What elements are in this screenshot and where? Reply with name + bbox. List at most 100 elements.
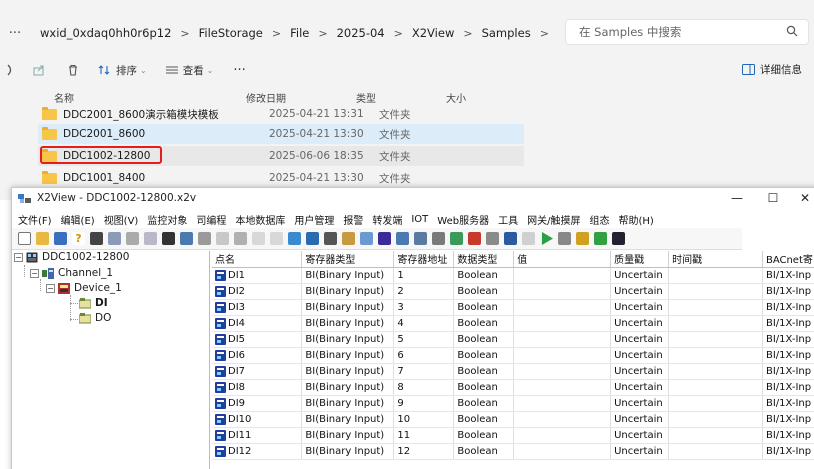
sort-button[interactable]: 排序 ⌄	[98, 63, 147, 78]
bacnet-icon[interactable]	[378, 232, 391, 245]
cut-icon[interactable]	[198, 232, 211, 245]
breadcrumb-separator[interactable]: >	[272, 27, 281, 40]
cell-register-address[interactable]: 8	[393, 379, 455, 396]
tools-icon[interactable]	[576, 232, 589, 245]
cell-register-type[interactable]: BI(Binary Input)	[301, 363, 395, 380]
breadcrumb-separator[interactable]: >	[394, 27, 403, 40]
cell-point-name[interactable]: DI6	[212, 347, 303, 364]
breadcrumb-file[interactable]: File	[290, 26, 309, 40]
cell-register-type[interactable]: BI(Binary Input)	[301, 411, 395, 428]
cell-timestamp[interactable]	[668, 331, 763, 348]
cell-timestamp[interactable]	[668, 283, 763, 300]
cell-quality[interactable]: Uncertain	[610, 267, 670, 284]
cell-value[interactable]	[513, 443, 612, 460]
menu-programming[interactable]: 司编程	[196, 212, 226, 227]
cell-register-address[interactable]: 2	[393, 283, 455, 300]
column-header-register-address[interactable]: 寄存器地址	[393, 251, 455, 268]
cell-data-type[interactable]: Boolean	[453, 299, 515, 316]
cell-data-type[interactable]: Boolean	[453, 379, 515, 396]
breadcrumb-2025-04[interactable]: 2025-04	[337, 26, 385, 40]
cell-bacnet[interactable]: BI/1X-Inp	[762, 331, 814, 348]
window-titlebar[interactable]: X2View - DDC1002-12800.x2v	[12, 188, 814, 208]
cell-value[interactable]	[513, 411, 612, 428]
tree-node-di[interactable]: DI	[79, 297, 108, 309]
database-icon[interactable]	[162, 232, 175, 245]
breadcrumb-separator[interactable]: >	[180, 27, 189, 40]
breadcrumb-wxid[interactable]: wxid_0xdaq0hh0r6p12	[40, 26, 171, 40]
transfer-icon[interactable]	[594, 232, 607, 245]
file-row[interactable]: DDC1001_8400 2025-04-21 13:30 文件夹	[38, 168, 524, 188]
tree-node-channel[interactable]: − Channel_1	[30, 267, 113, 279]
table-row[interactable]: DI2 BI(Binary Input) 2 Boolean Uncertain BI/1…	[212, 283, 814, 300]
chart-icon[interactable]	[396, 232, 409, 245]
cell-value[interactable]	[513, 283, 612, 300]
cell-point-name[interactable]: DI4	[212, 315, 303, 332]
cell-bacnet[interactable]: BI/1X-Inp	[762, 315, 814, 332]
run-icon[interactable]	[541, 232, 553, 245]
cell-timestamp[interactable]	[668, 379, 763, 396]
breadcrumb-separator[interactable]: >	[463, 27, 472, 40]
cell-point-name[interactable]: DI1	[212, 267, 303, 284]
column-header-data-type[interactable]: 数据类型	[453, 251, 515, 268]
more-locations-button[interactable]: ···	[0, 26, 30, 41]
check-icon[interactable]	[450, 232, 463, 245]
help-icon[interactable]: ?	[72, 232, 85, 245]
minimize-button[interactable]: —	[720, 189, 754, 207]
cell-timestamp[interactable]	[668, 395, 763, 412]
open-folder-icon[interactable]	[36, 232, 49, 245]
maximize-button[interactable]: ☐	[756, 189, 790, 207]
save-icon[interactable]	[54, 232, 67, 245]
cell-point-name[interactable]: DI9	[212, 395, 303, 412]
menu-web-server[interactable]: Web服务器	[437, 212, 489, 227]
cell-register-address[interactable]: 11	[393, 427, 455, 444]
cell-register-type[interactable]: BI(Binary Input)	[301, 427, 395, 444]
search-input[interactable]: 在 Samples 中搜索	[565, 19, 809, 45]
cell-quality[interactable]: Uncertain	[610, 347, 670, 364]
share-icon[interactable]	[32, 63, 46, 77]
cell-bacnet[interactable]: BI/1X-Inp	[762, 443, 814, 460]
display-icon[interactable]	[612, 232, 625, 245]
cell-timestamp[interactable]	[668, 443, 763, 460]
copy-icon[interactable]	[216, 232, 229, 245]
cell-bacnet[interactable]: BI/1X-Inp	[762, 347, 814, 364]
cell-timestamp[interactable]	[668, 315, 763, 332]
redo-icon[interactable]	[270, 232, 283, 245]
menu-alarm[interactable]: 报警	[343, 212, 363, 227]
cell-point-name[interactable]: DI11	[212, 427, 303, 444]
cell-register-address[interactable]: 12	[393, 443, 455, 460]
cell-point-name[interactable]: DI10	[212, 411, 303, 428]
collapse-icon[interactable]: −	[46, 283, 55, 293]
cell-value[interactable]	[513, 267, 612, 284]
cell-quality[interactable]: Uncertain	[610, 299, 670, 316]
cell-data-type[interactable]: Boolean	[453, 411, 515, 428]
table-row[interactable]: DI5 BI(Binary Input) 5 Boolean Uncertain BI/1…	[212, 331, 814, 348]
import-icon[interactable]	[144, 232, 157, 245]
cell-bacnet[interactable]: BI/1X-Inp	[762, 395, 814, 412]
cell-register-type[interactable]: BI(Binary Input)	[301, 299, 395, 316]
cell-bacnet[interactable]: BI/1X-Inp	[762, 283, 814, 300]
cell-register-address[interactable]: 3	[393, 299, 455, 316]
new-file-icon[interactable]	[18, 232, 31, 245]
cell-quality[interactable]: Uncertain	[610, 331, 670, 348]
cell-data-type[interactable]: Boolean	[453, 395, 515, 412]
menu-user-management[interactable]: 用户管理	[294, 212, 334, 227]
breadcrumb-separator[interactable]: >	[540, 27, 549, 40]
cell-point-name[interactable]: DI7	[212, 363, 303, 380]
cell-timestamp[interactable]	[668, 427, 763, 444]
cell-data-type[interactable]: Boolean	[453, 315, 515, 332]
menu-forwarding[interactable]: 转发端	[372, 212, 402, 227]
cell-value[interactable]	[513, 363, 612, 380]
cell-register-type[interactable]: BI(Binary Input)	[301, 267, 395, 284]
menu-edit[interactable]: 编辑(E)	[61, 212, 95, 227]
nav-pane-icon[interactable]	[6, 63, 16, 77]
cell-point-name[interactable]: DI2	[212, 283, 303, 300]
cell-point-name[interactable]: DI5	[212, 331, 303, 348]
cell-data-type[interactable]: Boolean	[453, 347, 515, 364]
cell-value[interactable]	[513, 395, 612, 412]
cell-register-address[interactable]: 1	[393, 267, 455, 284]
paste-icon[interactable]	[234, 232, 247, 245]
export-icon[interactable]	[180, 232, 193, 245]
more-options-button[interactable]: ···	[233, 63, 245, 78]
column-header-size[interactable]: 大小	[446, 90, 466, 105]
cell-register-address[interactable]: 6	[393, 347, 455, 364]
